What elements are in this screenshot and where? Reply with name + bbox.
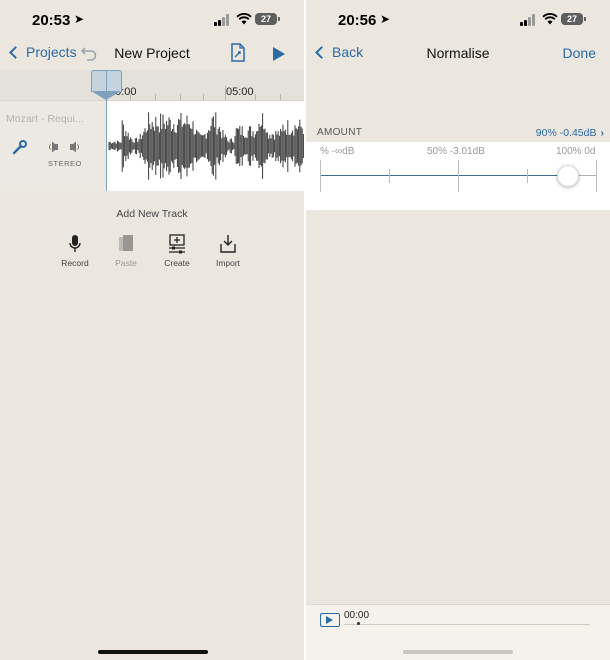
battery-icon: 27 [561,13,586,25]
location-arrow-icon: ➤ [380,12,391,26]
wrench-icon[interactable] [12,139,30,155]
slider-max-label: 100% 0d [556,146,596,157]
nav-bar: Projects New Project [0,38,304,70]
right-screen: 20:56 ➤ 27 Back Normalise Done AMOUNT 90… [306,0,610,660]
preview-play-icon[interactable] [320,613,340,627]
player-scrubber-dot[interactable] [357,622,360,625]
wifi-icon [236,12,252,28]
cellular-signal-icon [520,14,536,26]
playhead-line [106,70,107,191]
stereo-speaker-icon[interactable] [48,141,80,156]
amount-slider-thumb[interactable] [557,165,580,187]
timeline-ruler[interactable]: 00:00 05:00 [0,70,304,100]
home-indicator [98,650,208,654]
record-label: Record [61,258,89,268]
track-name: Mozart - Requi... [6,113,84,125]
paste-label: Paste [115,258,137,268]
amount-label: AMOUNT [317,127,363,138]
create-label: Create [164,258,190,268]
status-time: 20:53 [32,12,71,29]
paste-button[interactable]: Paste [102,232,150,268]
status-bar: 20:56 ➤ 27 [306,0,610,38]
nav-bar: Back Normalise Done [306,38,610,70]
import-button[interactable]: Import [204,232,252,268]
player-time: 00:00 [344,610,370,621]
battery-icon: 27 [255,13,280,25]
amount-value-link[interactable]: 90% -0.45dB [536,127,604,139]
stereo-label: STEREO [48,159,82,168]
audio-waveform [108,112,304,180]
player-bar: 00:00 [306,604,610,660]
import-tray-icon [204,232,252,254]
import-label: Import [215,258,241,268]
create-mixer-icon [153,232,201,254]
ruler-label-mid: 05:00 [226,86,254,98]
paste-icon [102,232,150,254]
add-new-track-title: Add New Track [116,208,188,220]
create-button[interactable]: Create [153,232,201,268]
waveform-lane[interactable] [106,100,304,191]
amount-slider-panel: % -∞dB 50% -3.01dB 100% 0d [306,142,610,210]
track-header[interactable]: Mozart - Requi... STEREO [0,100,106,191]
left-screen: 20:53 ➤ 27 Projects New Project 00:00 05… [0,0,304,660]
status-time: 20:56 [338,12,377,29]
cellular-signal-icon [214,14,230,26]
done-button[interactable]: Done [563,45,596,61]
play-icon[interactable] [272,46,286,67]
status-bar: 20:53 ➤ 27 [0,0,304,38]
wifi-icon [542,12,558,28]
microphone-icon [51,232,99,254]
home-indicator [403,650,513,654]
player-scrubber[interactable] [344,624,590,625]
page-title: New Project [114,45,190,61]
slider-mid-label: 50% -3.01dB [427,146,485,157]
slider-fill [320,175,569,176]
record-button[interactable]: Record [51,232,99,268]
export-document-icon[interactable] [229,43,247,68]
slider-min-label: % -∞dB [320,146,355,157]
location-arrow-icon: ➤ [74,12,85,26]
